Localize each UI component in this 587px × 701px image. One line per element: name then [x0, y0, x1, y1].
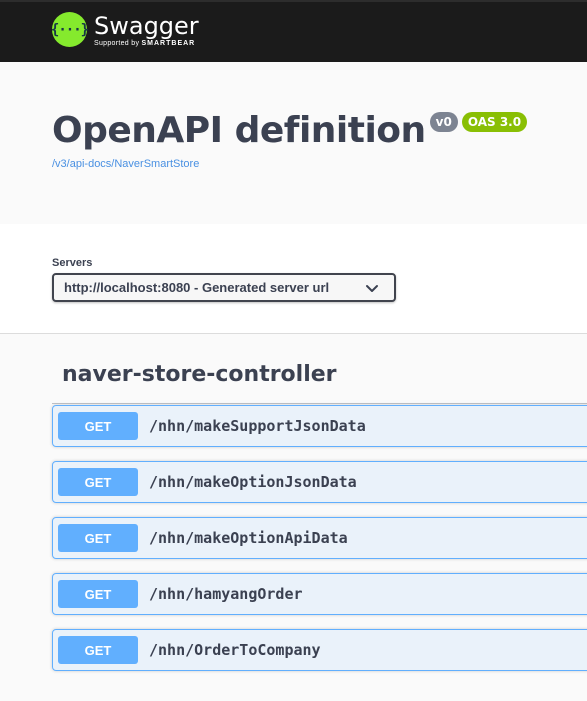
servers-section: Servers http://localhost:8080 - Generate… [0, 224, 587, 334]
chevron-down-icon [366, 284, 378, 292]
spec-url-link[interactable]: /v3/api-docs/NaverSmartStore [52, 158, 199, 170]
method-badge: GET [58, 412, 138, 440]
oas-badge: OAS 3.0 [461, 112, 528, 132]
company-name: SMARTBEAR [141, 39, 196, 47]
method-badge: GET [58, 468, 138, 496]
operation-path: /nhn/makeOptionJsonData [149, 473, 357, 491]
swagger-logo-icon: {···} [51, 12, 89, 47]
servers-label: Servers [52, 257, 93, 269]
method-badge: GET [58, 524, 138, 552]
page-title: OpenAPI definition [52, 110, 426, 151]
operation-row[interactable]: GET /nhn/OrderToCompany [52, 629, 587, 671]
operation-row[interactable]: GET /nhn/makeSupportJsonData [52, 405, 587, 447]
method-badge: GET [58, 636, 138, 664]
operation-row[interactable]: GET /nhn/makeOptionJsonData [52, 461, 587, 503]
tag-header[interactable]: naver-store-controller [52, 352, 587, 404]
logo-subtitle: Supported by SMARTBEAR [94, 40, 199, 47]
topbar: {···} Swagger Supported by SMARTBEAR [0, 0, 587, 62]
operation-row[interactable]: GET /nhn/makeOptionApiData [52, 517, 587, 559]
logo-text: Swagger Supported by SMARTBEAR [94, 13, 199, 47]
operation-path: /nhn/hamyangOrder [149, 585, 303, 603]
title-row: OpenAPI definition v0 OAS 3.0 [52, 110, 528, 152]
tag-name: naver-store-controller [62, 362, 337, 387]
swagger-logo[interactable]: {···} Swagger Supported by SMARTBEAR [51, 12, 199, 47]
operation-path: /nhn/makeSupportJsonData [149, 417, 366, 435]
operation-row[interactable]: GET /nhn/hamyangOrder [52, 573, 587, 615]
supported-by-text: Supported by [94, 39, 140, 47]
operation-path: /nhn/OrderToCompany [149, 641, 321, 659]
version-badge: v0 [429, 112, 458, 132]
method-badge: GET [58, 580, 138, 608]
operations-section: naver-store-controller GET /nhn/makeSupp… [0, 334, 587, 701]
server-select[interactable]: http://localhost:8080 - Generated server… [52, 273, 396, 302]
logo-title: Swagger [94, 11, 199, 40]
server-select-value: http://localhost:8080 - Generated server… [64, 280, 330, 295]
operation-path: /nhn/makeOptionApiData [149, 529, 348, 547]
api-info: OpenAPI definition v0 OAS 3.0 /v3/api-do… [0, 62, 587, 224]
